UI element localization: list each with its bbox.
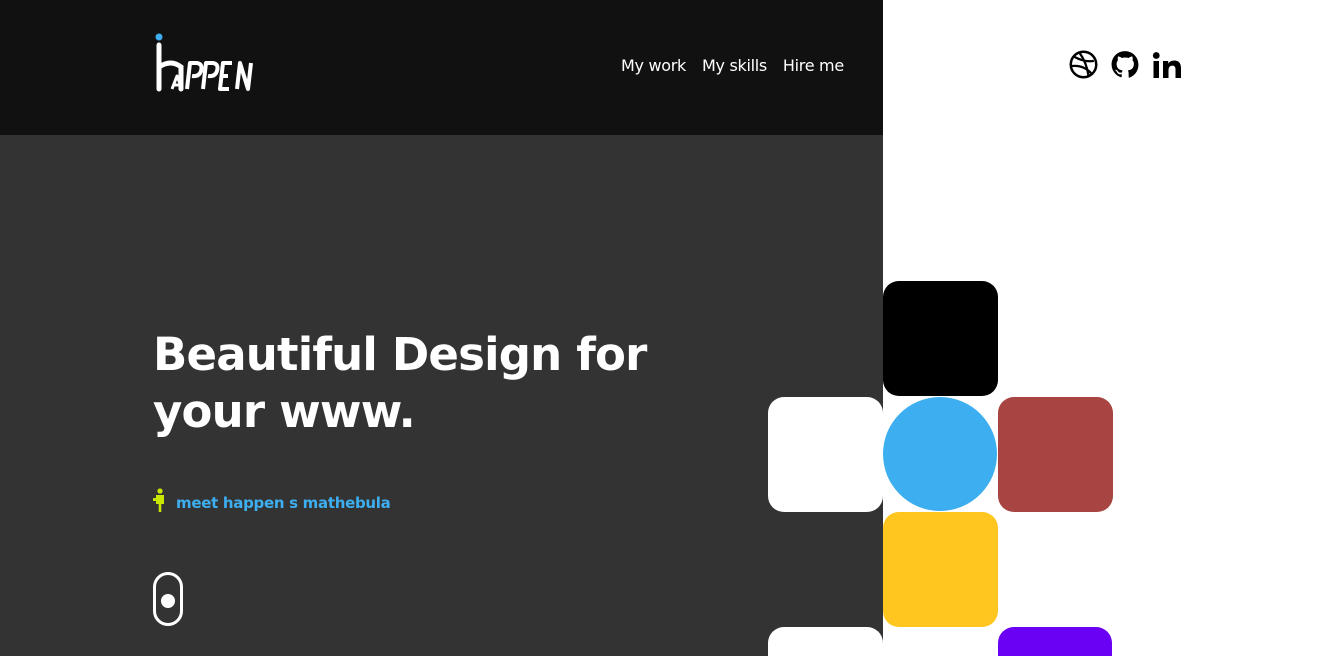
tile-yellow	[883, 512, 998, 627]
hero-title-line-1: Beautiful Design for	[153, 328, 647, 381]
github-icon[interactable]	[1111, 50, 1139, 79]
tile-white-bottom	[768, 627, 883, 656]
person-pin-icon	[153, 488, 167, 518]
hero-title: Beautiful Design for your www.	[153, 326, 713, 440]
social-links	[1069, 50, 1182, 79]
brand-logo[interactable]	[153, 33, 265, 93]
nav-item-my-skills[interactable]: My skills	[702, 56, 767, 75]
tile-purple	[998, 627, 1112, 656]
nav-item-my-work[interactable]: My work	[621, 56, 686, 75]
happen-logo-icon	[155, 33, 253, 92]
hero-title-line-2: your www.	[153, 385, 416, 438]
dribbble-icon[interactable]	[1069, 50, 1098, 79]
meet-happen-link[interactable]: meet happen s mathebula	[176, 494, 391, 512]
meet-row: meet happen s mathebula	[153, 488, 391, 518]
linkedin-icon[interactable]	[1152, 51, 1182, 79]
tile-red	[998, 397, 1113, 512]
scroll-toggle[interactable]	[153, 572, 183, 626]
site-header: My work My skills Hire me	[0, 0, 883, 135]
nav-item-hire-me[interactable]: Hire me	[783, 56, 844, 75]
tile-blue-circle	[883, 397, 997, 511]
tile-white-left	[768, 397, 883, 512]
page: My work My skills Hire me Beautiful Desi…	[0, 0, 1343, 656]
main-nav: My work My skills Hire me	[621, 56, 844, 75]
toggle-knob	[161, 594, 175, 608]
tile-black	[883, 281, 998, 396]
